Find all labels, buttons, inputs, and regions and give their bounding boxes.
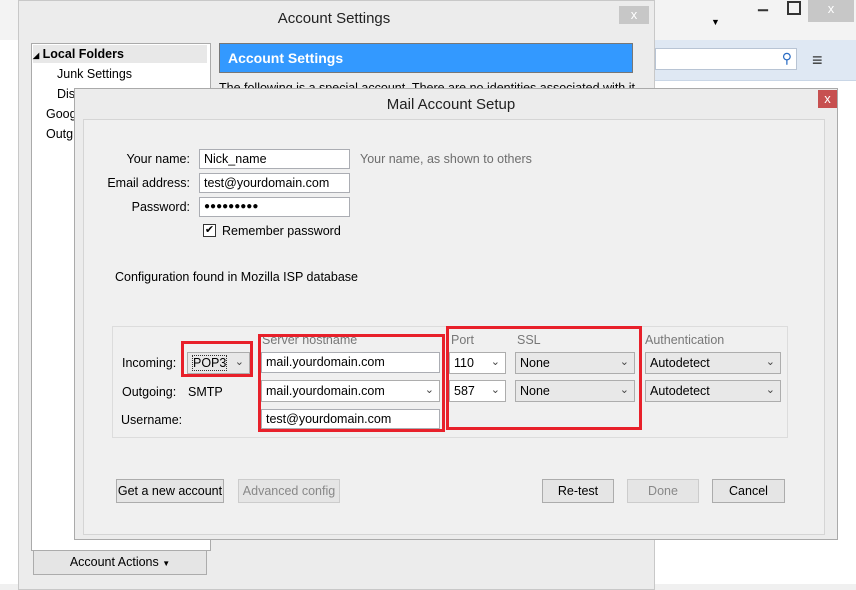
incoming-auth-select[interactable]: Autodetect ⌄ bbox=[645, 352, 781, 374]
tree-item-local-folders[interactable]: ◢ Local Folders bbox=[33, 45, 207, 63]
done-button[interactable]: Done bbox=[627, 479, 699, 503]
name-hint: Your name, as shown to others bbox=[360, 152, 532, 166]
advanced-config-button[interactable]: Advanced config bbox=[238, 479, 340, 503]
maximize-button[interactable] bbox=[787, 1, 801, 15]
settings-header: Account Settings bbox=[219, 43, 633, 73]
remember-password-checkbox[interactable]: ✔ bbox=[203, 224, 216, 237]
close-button[interactable]: x bbox=[619, 6, 649, 24]
highlight-hostname bbox=[258, 334, 445, 432]
tree-item-junk-settings[interactable]: Junk Settings bbox=[57, 67, 132, 81]
tree-item-google[interactable]: Goog bbox=[46, 107, 77, 121]
search-input[interactable]: ⚲ bbox=[655, 48, 797, 70]
tree-item-outgoing[interactable]: Outg bbox=[46, 127, 73, 141]
name-input[interactable]: Nick_name bbox=[199, 149, 350, 169]
password-input[interactable]: ●●●●●●●●● bbox=[199, 197, 350, 217]
email-label: Email address: bbox=[107, 176, 190, 190]
remember-password-label: Remember password bbox=[222, 224, 341, 238]
window-close-button[interactable]: x bbox=[808, 0, 854, 22]
outgoing-protocol: SMTP bbox=[188, 385, 223, 399]
auth-header: Authentication bbox=[645, 333, 725, 347]
name-label: Your name: bbox=[126, 152, 190, 166]
username-label: Username: bbox=[121, 413, 183, 427]
get-new-account-button[interactable]: Get a new account bbox=[116, 479, 224, 503]
retest-button[interactable]: Re-test bbox=[542, 479, 614, 503]
highlight-protocol bbox=[181, 341, 253, 377]
dialog-title: Mail Account Setup bbox=[386, 96, 516, 113]
tree-item-disk[interactable]: Dis bbox=[57, 87, 75, 101]
dropdown-arrow-icon[interactable]: ▼ bbox=[711, 17, 720, 27]
password-label: Password: bbox=[131, 200, 190, 214]
minimize-button[interactable]: ▁ bbox=[758, 0, 768, 12]
cancel-button[interactable]: Cancel bbox=[712, 479, 785, 503]
account-actions-button[interactable]: Account Actions ▼ bbox=[33, 550, 207, 575]
email-input[interactable]: test@yourdomain.com bbox=[199, 173, 350, 193]
hamburger-icon[interactable]: ≡ bbox=[812, 50, 823, 71]
dialog-title: Account Settings bbox=[277, 10, 391, 27]
search-icon: ⚲ bbox=[781, 50, 792, 66]
config-status: Configuration found in Mozilla ISP datab… bbox=[115, 270, 358, 284]
outgoing-label: Outgoing: bbox=[122, 385, 177, 399]
outgoing-auth-select[interactable]: Autodetect ⌄ bbox=[645, 380, 781, 402]
highlight-port-ssl bbox=[446, 326, 642, 430]
incoming-label: Incoming: bbox=[122, 356, 177, 370]
close-button[interactable]: x bbox=[818, 90, 837, 108]
